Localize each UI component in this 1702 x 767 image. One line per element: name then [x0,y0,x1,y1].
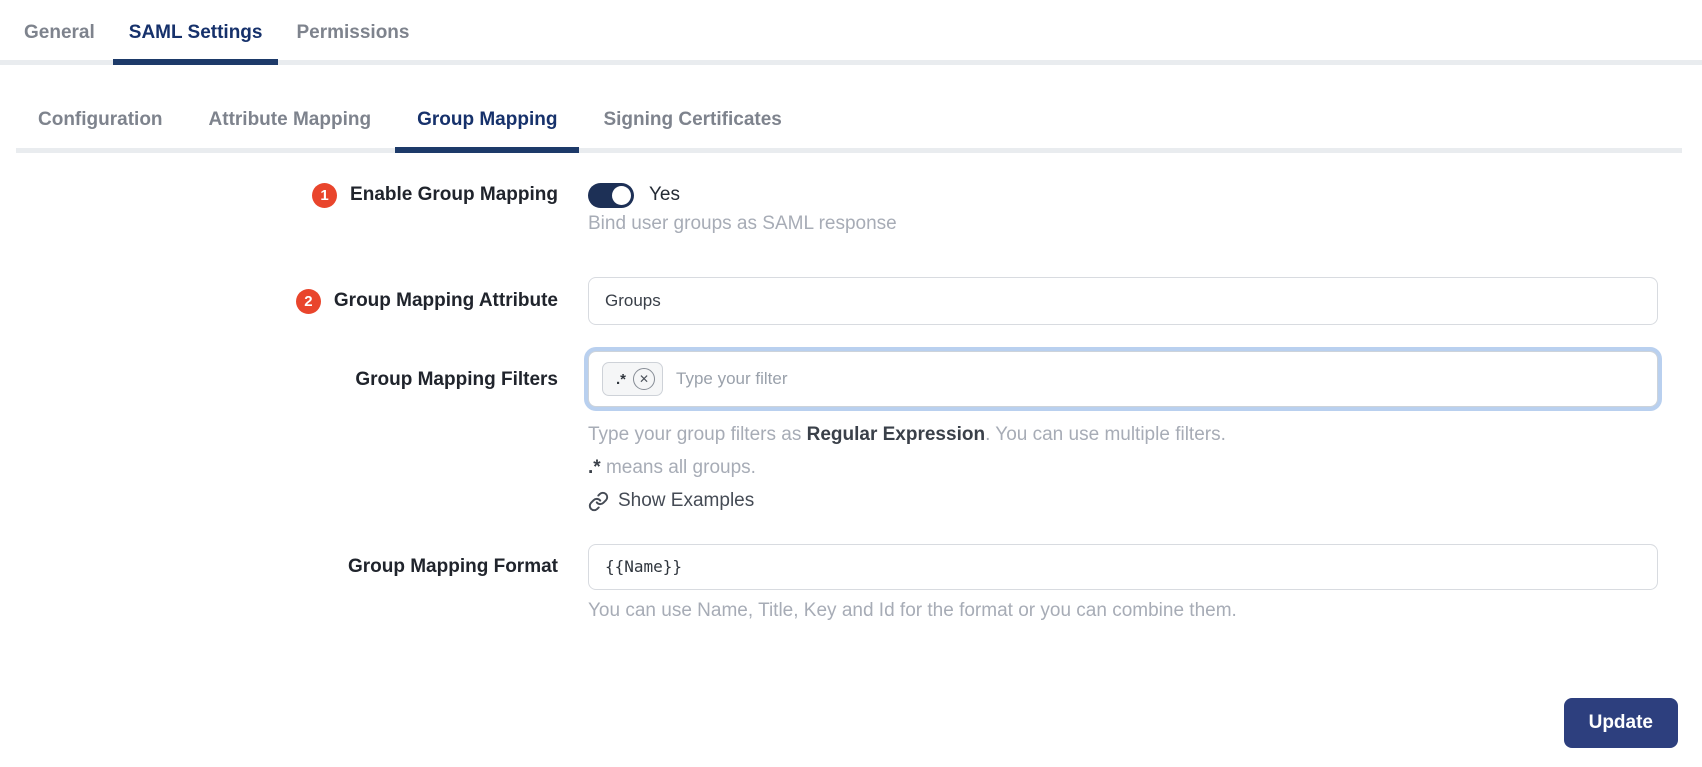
subtab-signing-certificates[interactable]: Signing Certificates [581,95,803,148]
subtab-attribute-mapping[interactable]: Attribute Mapping [187,95,394,148]
group-mapping-attribute-input[interactable] [588,277,1658,325]
group-mapping-format-label: Group Mapping Format [347,555,558,577]
main-tab-bar: General SAML Settings Permissions [0,0,1702,65]
subtab-group-mapping[interactable]: Group Mapping [395,95,580,153]
saml-sub-tab-bar: Configuration Attribute Mapping Group Ma… [16,95,1682,153]
toggle-state-label: Yes [649,184,680,205]
row-group-mapping-attribute: 2 Group Mapping Attribute [0,277,1702,325]
enable-group-mapping-toggle[interactable] [588,182,634,208]
group-mapping-format-help: You can use Name, Title, Key and Id for … [588,599,1237,621]
tab-general[interactable]: General [8,0,111,60]
group-mapping-filters-input-box[interactable]: .* ✕ [588,351,1658,407]
tab-saml-settings[interactable]: SAML Settings [112,0,279,65]
group-mapping-attribute-label: Group Mapping Attribute [333,290,558,311]
form-actions: Update [0,697,1678,748]
enable-group-mapping-label-cell: 1 Enable Group Mapping [0,182,558,208]
enable-group-mapping-label: Enable Group Mapping [350,184,558,205]
group-mapping-filters-input[interactable] [676,369,1644,389]
group-mapping-filters-label: Group Mapping Filters [355,369,558,390]
group-mapping-filters-label-cell: Group Mapping Filters [0,351,558,409]
group-mapping-format-input[interactable] [588,543,1658,590]
subtab-configuration[interactable]: Configuration [16,95,185,148]
row-group-mapping-filters: Group Mapping Filters .* ✕ Type your gro… [0,351,1702,517]
filters-help-line-1: Type your group filters as Regular Expre… [588,424,1226,445]
group-mapping-format-label-cell: Group Mapping Format [0,544,558,590]
show-examples-link[interactable]: Show Examples [588,490,754,512]
group-mapping-attribute-label-cell: 2 Group Mapping Attribute [0,277,558,325]
filter-chip-value: .* [616,370,627,388]
remove-filter-icon[interactable]: ✕ [633,368,656,390]
group-mapping-form: 1 Enable Group Mapping Yes Bind user gro… [0,182,1702,748]
group-mapping-format-control: You can use Name, Title, Key and Id for … [588,543,1658,622]
group-mapping-attribute-control [588,277,1658,325]
link-icon [588,491,609,512]
enable-group-mapping-control: Yes Bind user groups as SAML response [588,182,897,235]
enable-group-mapping-help: Bind user groups as SAML response [588,213,897,234]
toggle-knob [612,185,631,205]
update-button[interactable]: Update [1563,697,1678,748]
filter-chip: .* ✕ [602,362,664,396]
show-examples-label: Show Examples [618,490,755,511]
step-badge-2: 2 [295,288,321,314]
step-badge-1: 1 [312,182,338,208]
group-mapping-filters-control: .* ✕ Type your group filters as Regular … [588,351,1658,517]
filters-help-line-2: .* means all groups. [588,457,756,478]
row-enable-group-mapping: 1 Enable Group Mapping Yes Bind user gro… [0,182,1702,235]
row-group-mapping-format: Group Mapping Format You can use Name, T… [0,543,1702,622]
tab-permissions[interactable]: Permissions [280,0,425,60]
